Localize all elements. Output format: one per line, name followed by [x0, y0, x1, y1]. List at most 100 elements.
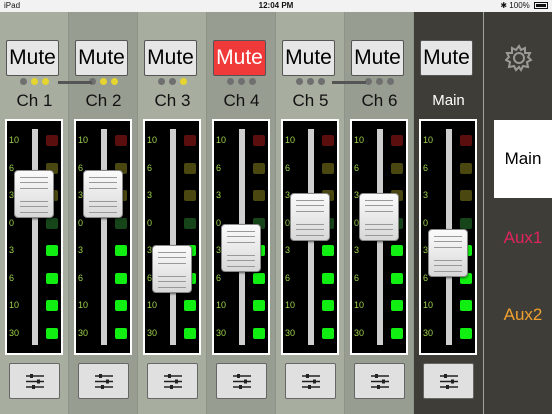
mute-button[interactable]: Mute: [6, 40, 59, 76]
bus-panel: Main Aux1 Aux2: [484, 12, 552, 414]
fader-panel: 10 6 3 0 3 6 10 30: [143, 119, 201, 355]
scale-label: 10: [216, 135, 227, 145]
mute-button[interactable]: Mute: [351, 40, 404, 76]
meter-led: [391, 245, 403, 256]
indicator-dot: [318, 78, 325, 85]
meter-led: [46, 327, 58, 339]
meter-led: [184, 217, 196, 229]
indicator-dot: [169, 78, 176, 85]
scale-label: 3: [78, 245, 84, 255]
scale-label: 6: [216, 162, 222, 173]
scale-label: 30: [9, 327, 20, 338]
channel-name: Ch 5: [292, 91, 329, 110]
fader-panel: 10 6 3 0 3 6 10 30: [419, 119, 477, 355]
tab-aux2[interactable]: Aux2: [494, 276, 552, 354]
fader-track: [170, 129, 176, 345]
sliders-icon: [95, 374, 113, 389]
fader-knob[interactable]: [152, 245, 192, 294]
meter-led: [322, 272, 334, 284]
scale-label: 3: [423, 190, 429, 200]
scale-label: 6: [216, 272, 222, 283]
tab-main[interactable]: Main: [494, 120, 552, 198]
scale-label: 3: [354, 245, 360, 255]
fader-knob[interactable]: [221, 224, 261, 273]
gear-icon[interactable]: [504, 44, 533, 77]
channel-strip-ch1: Mute Ch 1 10 6 3 0 3 6 10 30: [0, 12, 69, 414]
scale-label: 0: [423, 217, 429, 228]
scale-label: 10: [354, 135, 365, 145]
meter-led: [253, 300, 265, 311]
meter-led: [46, 245, 58, 256]
indicator-dot: [387, 78, 394, 85]
fader-knob[interactable]: [428, 229, 468, 278]
fader-track: [32, 129, 38, 345]
meter-led: [253, 135, 265, 146]
meter-led: [115, 272, 127, 284]
eq-settings-button[interactable]: [147, 363, 198, 399]
channel-strip-ch5: Mute Ch 5 10 6 3 0 3 6 10 30: [276, 12, 345, 414]
meter-led: [115, 245, 127, 256]
indicator-dot: [296, 78, 303, 85]
meter-led: [391, 300, 403, 311]
fader-panel: 10 6 3 0 3 6 10 30: [281, 119, 339, 355]
meter-led: [391, 162, 403, 174]
channel-name: Ch 4: [223, 91, 260, 110]
mute-button[interactable]: Mute: [75, 40, 128, 76]
meter-led: [46, 135, 58, 146]
scale-label: 30: [354, 327, 365, 338]
scale-label: 10: [78, 300, 89, 310]
battery-icon: [534, 2, 548, 9]
scale-label: 3: [9, 245, 15, 255]
meter-led: [184, 300, 196, 311]
mute-button[interactable]: Mute: [420, 40, 473, 76]
meter-led: [322, 162, 334, 174]
scale-label: 30: [423, 327, 434, 338]
battery-indicator: ✱ 100%: [500, 1, 548, 10]
scale-label: 6: [285, 162, 291, 173]
channel-strip-ch3: Mute Ch 3 10 6 3 0 3 6 10 30: [138, 12, 207, 414]
scale-label: 0: [147, 217, 153, 228]
scale-label: 3: [285, 245, 291, 255]
meter-led: [46, 272, 58, 284]
channel-strip-ch4: Mute Ch 4 10 6 3 0 3 6 10 30: [207, 12, 276, 414]
tab-aux1[interactable]: Aux1: [494, 199, 552, 277]
meter-led: [460, 190, 472, 201]
sliders-icon: [371, 374, 389, 389]
eq-settings-button[interactable]: [9, 363, 60, 399]
scale-label: 6: [147, 162, 153, 173]
meter-led: [253, 190, 265, 201]
meter-led: [184, 135, 196, 146]
indicator-dot: [100, 78, 107, 85]
fader-knob[interactable]: [290, 192, 330, 241]
eq-settings-button[interactable]: [216, 363, 267, 399]
meter-led: [46, 300, 58, 311]
meter-led: [460, 162, 472, 174]
channel-strip-ch6: Mute Ch 6 10 6 3 0 3 6 10 30: [345, 12, 414, 414]
meter-led: [460, 300, 472, 311]
scale-label: 3: [216, 190, 222, 200]
scale-label: 30: [147, 327, 158, 338]
fader-knob[interactable]: [83, 170, 123, 219]
mute-button[interactable]: Mute: [144, 40, 197, 76]
scale-label: 30: [216, 327, 227, 338]
fader-track: [101, 129, 107, 345]
meter-led: [460, 217, 472, 229]
eq-settings-button[interactable]: [78, 363, 129, 399]
mute-button[interactable]: Mute: [213, 40, 266, 76]
scale-label: 30: [285, 327, 296, 338]
indicator-dot: [238, 78, 245, 85]
meter-led: [322, 135, 334, 146]
fader-knob[interactable]: [14, 170, 54, 219]
eq-settings-button[interactable]: [285, 363, 336, 399]
meter-led: [322, 245, 334, 256]
eq-settings-button[interactable]: [354, 363, 405, 399]
eq-settings-button[interactable]: [423, 363, 474, 399]
scale-label: 6: [9, 162, 15, 173]
mute-button[interactable]: Mute: [282, 40, 335, 76]
meter-led: [253, 327, 265, 339]
meter-led: [184, 162, 196, 174]
scale-label: 6: [354, 162, 360, 173]
fader-knob[interactable]: [359, 192, 399, 241]
status-bar: iPad 12:04 PM ✱ 100%: [0, 0, 552, 12]
scale-label: 6: [423, 162, 429, 173]
